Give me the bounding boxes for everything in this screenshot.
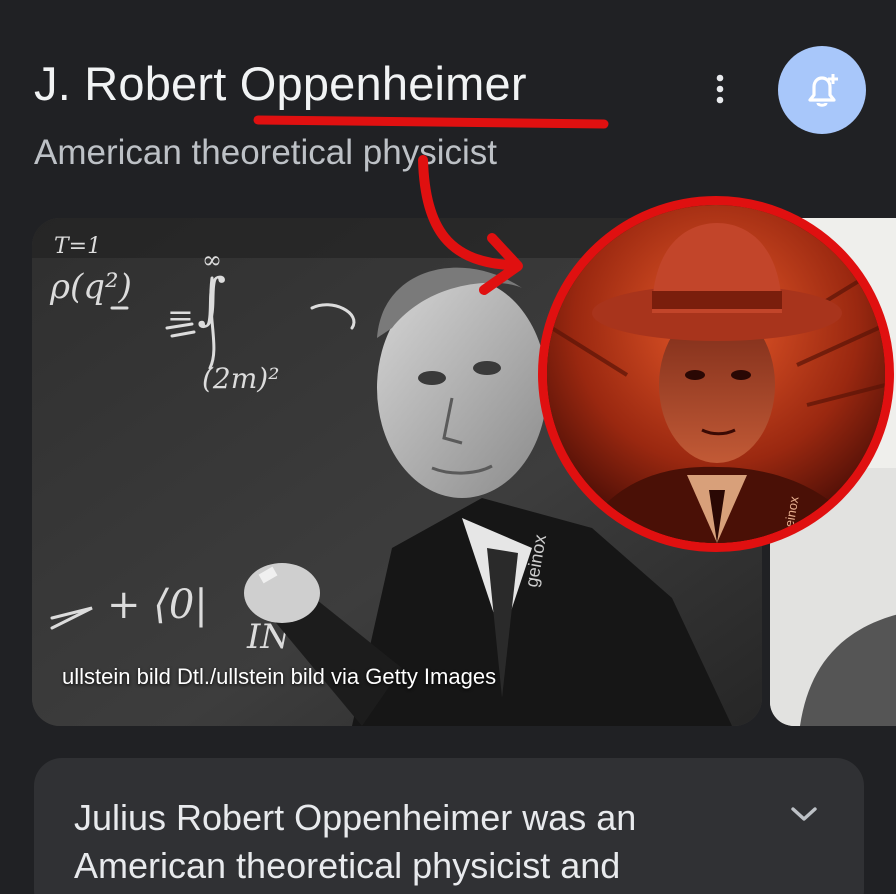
page-title: J. Robert Oppenheimer — [34, 57, 527, 110]
chalk-text-bra: + ⟨0| — [107, 582, 208, 628]
image-credit: ullstein bild Dtl./ullstein bild via Get… — [62, 664, 497, 689]
chalk-text-eq: = — [167, 296, 194, 334]
page-subtitle: American theoretical physicist — [34, 133, 497, 172]
more-vert-icon — [716, 74, 724, 104]
notify-button[interactable] — [778, 46, 866, 134]
film-still: geinox — [547, 205, 885, 543]
description-card[interactable]: Julius Robert Oppenheimer was an America… — [34, 758, 864, 894]
more-options-button[interactable] — [700, 64, 740, 114]
chevron-down-icon — [791, 807, 817, 821]
circled-inset-image: geinox — [538, 196, 894, 552]
title-underline — [253, 115, 609, 129]
chalk-text-rho: ρ(q²) — [49, 267, 132, 307]
chalk-text-int: ∫ — [197, 267, 226, 332]
expand-description-button[interactable] — [784, 794, 824, 834]
chalk-text-mass: (2m)² — [202, 362, 279, 395]
add-alert-bell-icon — [808, 74, 838, 107]
knowledge-panel: J. Robert Oppenheimer American theoretic… — [0, 0, 896, 894]
description-text: Julius Robert Oppenheimer was an America… — [74, 797, 637, 886]
chalk-text-t: T=1 — [54, 234, 101, 259]
